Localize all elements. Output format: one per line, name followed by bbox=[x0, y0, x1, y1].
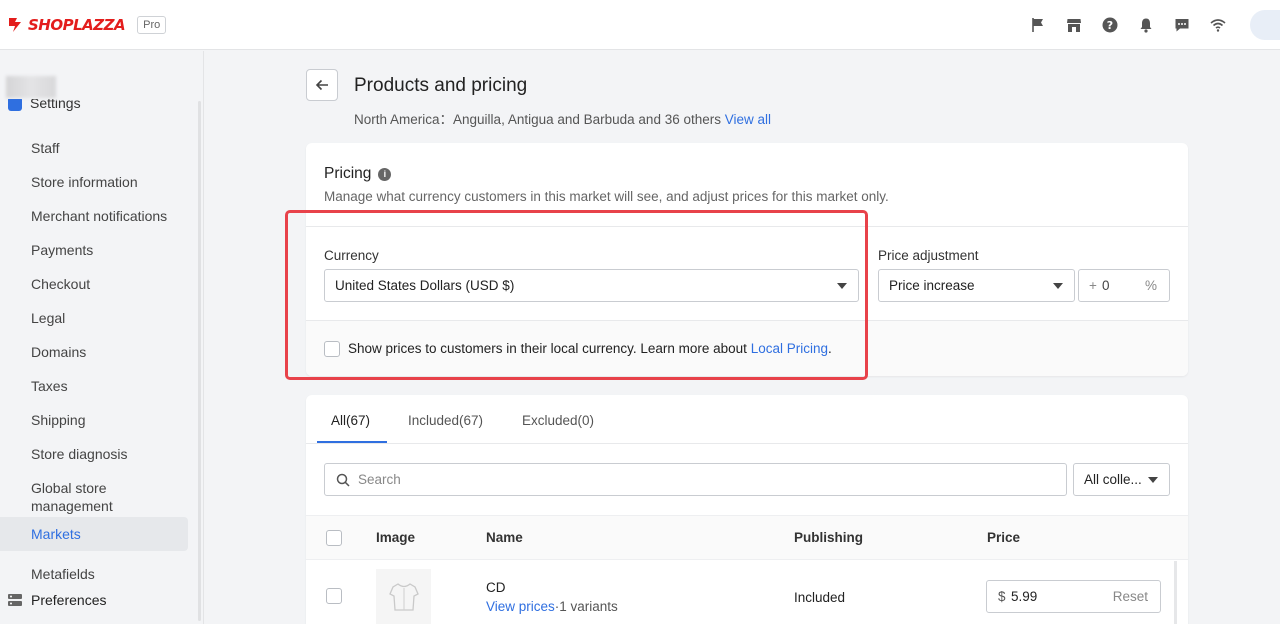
product-thumbnail bbox=[376, 569, 431, 624]
tab-excluded[interactable]: Excluded(0) bbox=[522, 413, 594, 428]
column-name: Name bbox=[486, 530, 523, 545]
sidebar-item-legal[interactable]: Legal bbox=[0, 301, 188, 335]
shoplazza-logo[interactable]: SHOPLAZZA bbox=[6, 15, 126, 34]
chat-icon[interactable] bbox=[1164, 0, 1200, 50]
tab-all[interactable]: All(67) bbox=[331, 413, 370, 428]
pricing-title: Pricing i bbox=[324, 165, 392, 183]
info-icon[interactable]: i bbox=[378, 167, 392, 181]
sidebar-item-checkout[interactable]: Checkout bbox=[0, 267, 188, 301]
preferences-label: Preferences bbox=[31, 592, 107, 608]
column-publishing: Publishing bbox=[794, 530, 863, 545]
price-adjustment-percent-input[interactable]: + 0 % bbox=[1078, 269, 1170, 302]
sidebar-item-payments[interactable]: Payments bbox=[0, 233, 188, 267]
svg-text:?: ? bbox=[1107, 19, 1113, 32]
price-value: 5.99 bbox=[1011, 589, 1038, 604]
wifi-icon[interactable] bbox=[1200, 0, 1236, 50]
collection-filter-select[interactable]: All colle... bbox=[1073, 463, 1170, 496]
table-header: Image Name Publishing Price bbox=[306, 515, 1188, 560]
caret-down-icon bbox=[1053, 283, 1063, 289]
sidebar-section-settings[interactable]: Settings bbox=[8, 99, 81, 111]
local-currency-period: . bbox=[828, 341, 832, 356]
divider bbox=[306, 226, 1188, 227]
avatar[interactable] bbox=[1250, 10, 1280, 40]
publishing-status: Included bbox=[794, 590, 846, 605]
sidebar-item-taxes[interactable]: Taxes bbox=[0, 369, 188, 403]
blurred-store-name bbox=[6, 76, 56, 98]
price-input[interactable]: $ 5.99 Reset bbox=[986, 580, 1161, 613]
currency-symbol: $ bbox=[998, 589, 1006, 604]
sidebar-item-store-information[interactable]: Store information bbox=[0, 165, 188, 199]
caret-down-icon bbox=[837, 283, 847, 289]
bell-icon[interactable] bbox=[1128, 0, 1164, 50]
page-title: Products and pricing bbox=[354, 75, 528, 96]
search-placeholder: Search bbox=[358, 472, 401, 487]
select-all-checkbox[interactable] bbox=[326, 530, 342, 546]
top-icons: ? bbox=[1020, 0, 1280, 50]
sidebar-item-domains[interactable]: Domains bbox=[0, 335, 188, 369]
local-currency-text: Show prices to customers in their local … bbox=[348, 341, 832, 356]
column-image: Image bbox=[376, 530, 416, 545]
caret-down-icon bbox=[1148, 477, 1158, 483]
sidebar-item-merchant-notifications[interactable]: Merchant notifications bbox=[0, 199, 188, 233]
local-currency-section: Show prices to customers in their local … bbox=[306, 320, 1188, 376]
local-pricing-link[interactable]: Local Pricing bbox=[751, 341, 828, 356]
sidebar-item-shipping[interactable]: Shipping bbox=[0, 403, 188, 437]
view-prices-link[interactable]: View prices bbox=[486, 599, 555, 614]
currency-value: United States Dollars (USD $) bbox=[335, 278, 515, 293]
percent-value: 0 bbox=[1102, 278, 1110, 293]
help-icon[interactable]: ? bbox=[1092, 0, 1128, 50]
percent-unit: % bbox=[1144, 278, 1157, 293]
local-currency-checkbox[interactable] bbox=[324, 341, 340, 357]
preferences-icon bbox=[8, 594, 22, 606]
price-adjustment-select[interactable]: Price increase bbox=[878, 269, 1075, 302]
sidebar: Settings Staff Store information Merchan… bbox=[0, 51, 204, 624]
price-adjustment-label: Price adjustment bbox=[878, 248, 979, 263]
collection-filter-value: All colle... bbox=[1084, 472, 1142, 487]
sidebar-item-staff[interactable]: Staff bbox=[0, 131, 188, 165]
product-name: CD bbox=[486, 580, 506, 595]
sidebar-item-metafields[interactable]: Metafields bbox=[0, 557, 188, 591]
currency-select[interactable]: United States Dollars (USD $) bbox=[324, 269, 859, 302]
shoplazza-logo-icon bbox=[9, 17, 21, 32]
row-checkbox[interactable] bbox=[326, 588, 342, 604]
pricing-card: Pricing i Manage what currency customers… bbox=[306, 143, 1188, 376]
top-bar: SHOPLAZZA Pro ? bbox=[0, 0, 1280, 50]
tab-included[interactable]: Included(67) bbox=[408, 413, 483, 428]
store-icon[interactable] bbox=[1056, 0, 1092, 50]
plan-badge: Pro bbox=[137, 15, 167, 34]
view-all-link[interactable]: View all bbox=[725, 112, 771, 127]
sidebar-item-preferences[interactable]: Preferences bbox=[8, 592, 106, 608]
products-card: All(67) Included(67) Excluded(0) Search … bbox=[306, 395, 1188, 624]
column-price: Price bbox=[987, 530, 1021, 545]
search-icon bbox=[336, 473, 350, 487]
pricing-description: Manage what currency customers in this m… bbox=[324, 189, 889, 204]
table-scrollbar[interactable] bbox=[1174, 561, 1177, 624]
pricing-heading: Pricing bbox=[324, 165, 372, 182]
sidebar-item-store-diagnosis[interactable]: Store diagnosis bbox=[0, 437, 188, 471]
product-meta: View prices·1 variants bbox=[486, 599, 618, 614]
local-currency-label: Show prices to customers in their local … bbox=[348, 341, 747, 356]
price-adjustment-value: Price increase bbox=[889, 278, 975, 293]
logo-text: SHOPLAZZA bbox=[28, 15, 126, 34]
shirt-icon bbox=[388, 582, 419, 611]
variant-count: ·1 variants bbox=[554, 599, 618, 614]
plus-sign: + bbox=[1089, 278, 1097, 293]
search-input[interactable]: Search bbox=[324, 463, 1067, 496]
flag-icon[interactable] bbox=[1020, 0, 1056, 50]
sidebar-scrollbar[interactable] bbox=[198, 101, 201, 621]
reset-price-button[interactable]: Reset bbox=[1113, 589, 1148, 604]
gear-icon bbox=[8, 99, 22, 111]
back-button[interactable] bbox=[306, 69, 338, 101]
divider bbox=[306, 443, 1188, 444]
arrow-left-icon bbox=[315, 79, 328, 91]
page-subtitle: North America：Anguilla, Antigua and Barb… bbox=[354, 108, 771, 128]
market-regions: North America：Anguilla, Antigua and Barb… bbox=[354, 112, 721, 127]
sidebar-section-label: Settings bbox=[30, 99, 81, 111]
sidebar-item-markets[interactable]: Markets bbox=[0, 517, 188, 551]
currency-label: Currency bbox=[324, 248, 379, 263]
sidebar-item-global-store-management[interactable]: Global store management bbox=[0, 471, 150, 523]
